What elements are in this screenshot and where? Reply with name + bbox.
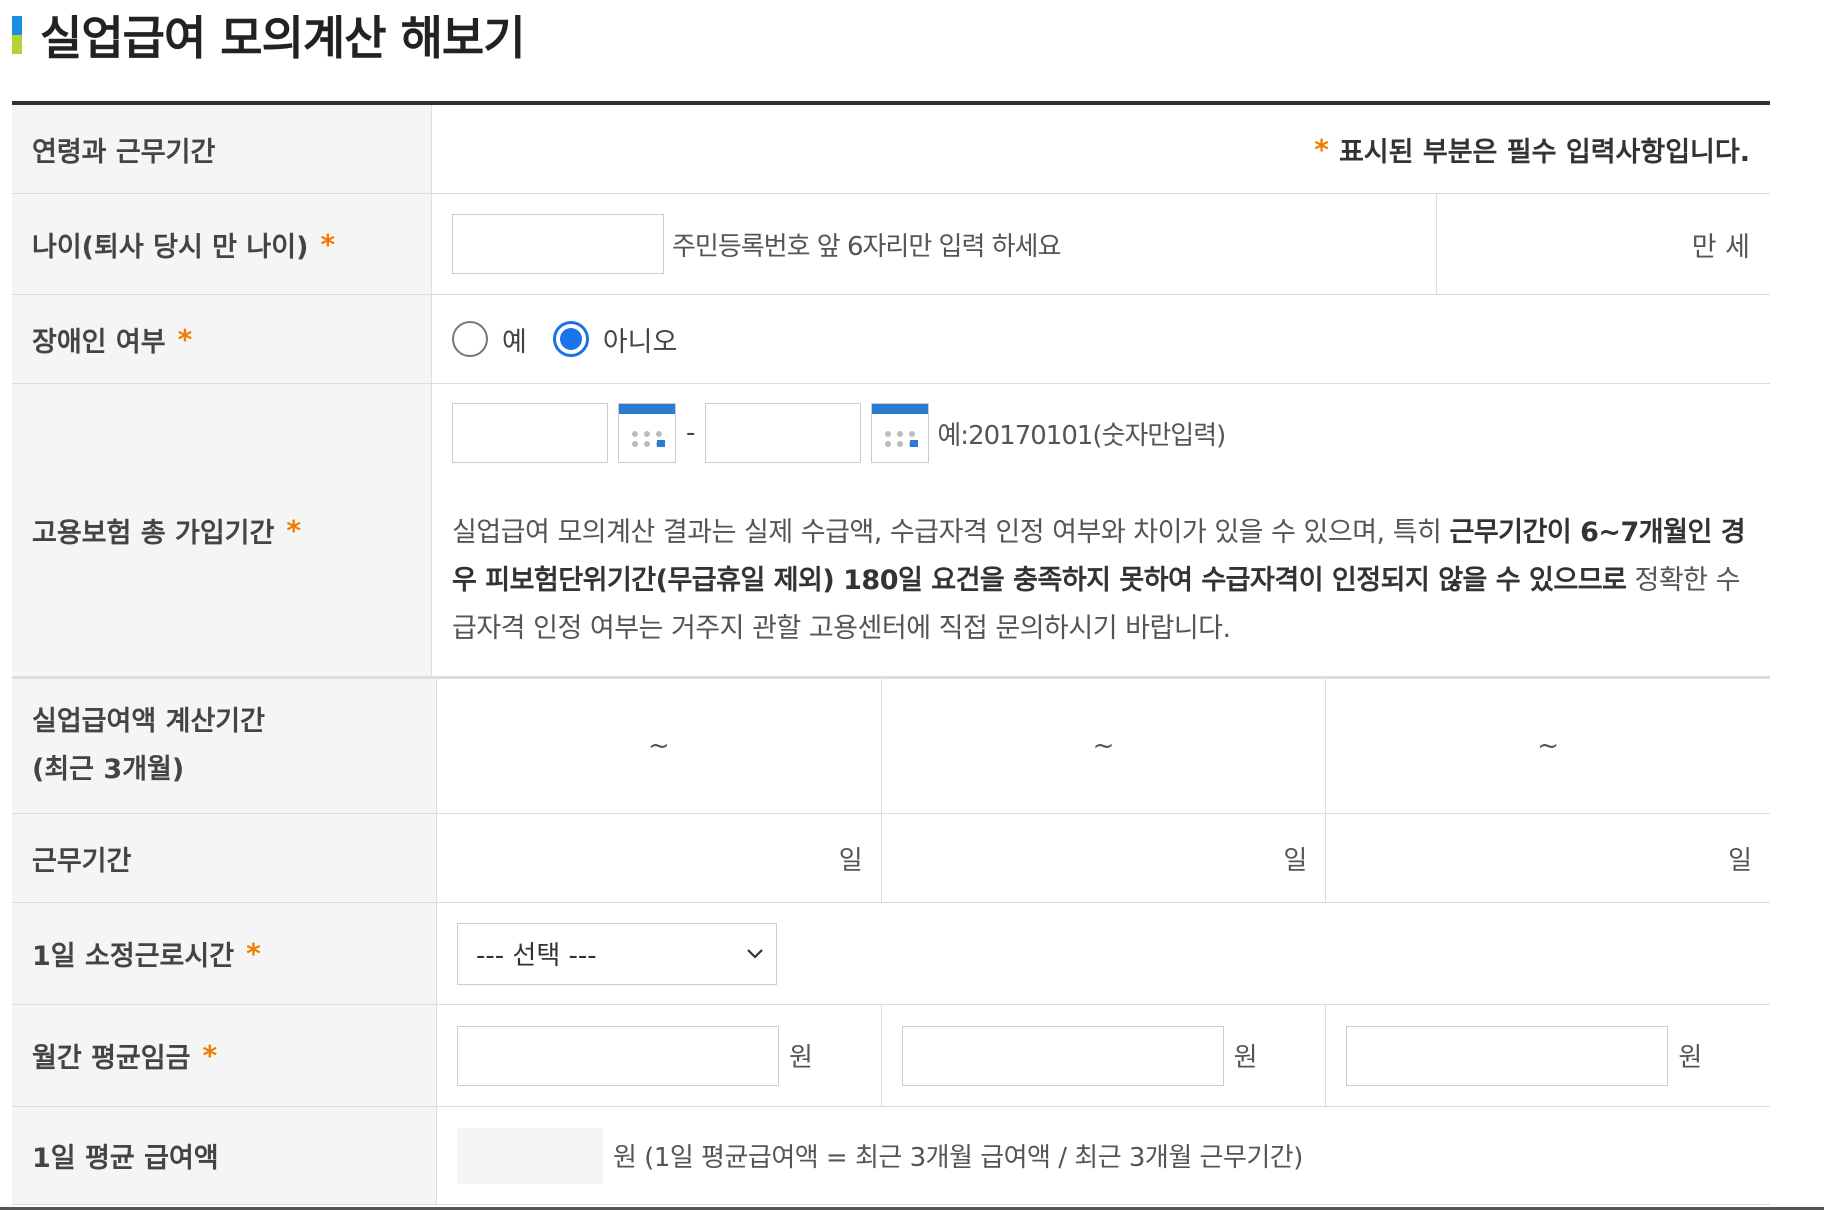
age-row: 나이(퇴사 당시 만 나이) * 주민등록번호 앞 6자리만 입력 하세요 만 … xyxy=(12,194,1770,295)
form-header-row: 연령과 근무기간 * 표시된 부분은 필수 입력사항입니다. xyxy=(12,105,1770,194)
work-period-row: 근무기간 일 일 일 xyxy=(12,814,1770,903)
calc-period-label: 실업급여액 계산기간 (최근 3개월) xyxy=(12,679,437,813)
disability-row: 장애인 여부 * 예 아니오 xyxy=(12,295,1770,384)
wage-cell: 원 xyxy=(1326,1005,1770,1106)
wage-cell: 원 xyxy=(882,1005,1327,1106)
required-star-icon: * xyxy=(1314,132,1329,166)
age-value-cell: 주민등록번호 앞 6자리만 입력 하세요 만 세 xyxy=(432,194,1770,294)
avg-pay-row: 1일 평균 급여액 원 (1일 평균급여액 = 최근 3개월 급여액 / 최근 … xyxy=(12,1107,1770,1205)
insurance-period-label: 고용보험 총 가입기간 * xyxy=(12,384,432,676)
monthly-wage-row: 월간 평균임금 * 원 원 원 xyxy=(12,1005,1770,1107)
wage-input-1[interactable] xyxy=(457,1025,779,1086)
start-date-input[interactable] xyxy=(452,403,608,463)
calculator-form: 연령과 근무기간 * 표시된 부분은 필수 입력사항입니다. 나이(퇴사 당시 … xyxy=(12,101,1770,1205)
required-star-icon: * xyxy=(202,1039,218,1072)
section-label: 연령과 근무기간 xyxy=(12,105,432,193)
date-separator: - xyxy=(686,418,696,448)
work-days-cell: 일 xyxy=(1728,845,1753,876)
date-hint: 예:20170101(숫자만입력) xyxy=(937,420,1226,451)
work-days-cell: 일 xyxy=(437,814,882,902)
work-days-cell: 일 xyxy=(882,814,1327,902)
title-mark-icon xyxy=(12,16,22,54)
calc-period-cells: ~ ~ ~ xyxy=(437,679,1770,813)
avg-pay-value xyxy=(457,1127,603,1184)
work-period-cells: 일 일 일 xyxy=(437,814,1770,902)
disability-no-radio[interactable]: 아니오 xyxy=(552,320,678,359)
required-star-icon: * xyxy=(177,322,193,356)
insurance-period-row: 고용보험 총 가입기간 * - 예:20170101(숫자만입력) 실업급여 모… xyxy=(12,384,1770,679)
disability-yes-radio[interactable]: 예 xyxy=(452,320,527,359)
work-hours-label-text: 1일 소정근로시간 xyxy=(32,941,235,972)
radio-label: 아니오 xyxy=(602,326,678,358)
date-range: - 예:20170101(숫자만입력) xyxy=(452,402,1226,464)
avg-pay-cell: 원 (1일 평균급여액 = 최근 3개월 급여액 / 최근 3개월 근무기간) xyxy=(437,1107,1770,1204)
notice-text: 실업급여 모의계산 결과는 실제 수급액, 수급자격 인정 여부와 차이가 있을… xyxy=(452,509,1752,653)
radio-label: 예 xyxy=(502,326,527,358)
calc-period-label-line: (최근 3개월) xyxy=(32,754,185,785)
won-unit: 원 xyxy=(1233,1043,1258,1073)
monthly-wage-label: 월간 평균임금 * xyxy=(12,1005,437,1106)
required-star-icon: * xyxy=(320,227,336,261)
page-title-text: 실업급여 모의계산 해보기 xyxy=(40,11,526,65)
calendar-icon[interactable] xyxy=(871,403,930,463)
select-value: --- 선택 --- xyxy=(476,941,597,971)
calc-period-row: 실업급여액 계산기간 (최근 3개월) ~ ~ ~ xyxy=(12,679,1770,814)
avg-pay-label: 1일 평균 급여액 xyxy=(12,1107,437,1204)
monthly-wage-label-text: 월간 평균임금 xyxy=(32,1043,191,1074)
age-hint: 주민등록번호 앞 6자리만 입력 하세요 xyxy=(672,231,1061,262)
disability-label-text: 장애인 여부 xyxy=(32,326,166,358)
calendar-icon[interactable] xyxy=(618,403,676,463)
work-period-label: 근무기간 xyxy=(12,814,437,902)
wage-input-3[interactable] xyxy=(1346,1025,1669,1086)
age-label: 나이(퇴사 당시 만 나이) * xyxy=(12,194,432,294)
monthly-wage-cells: 원 원 원 xyxy=(437,1005,1770,1106)
page-title: 실업급여 모의계산 해보기 xyxy=(12,0,526,70)
notice-part: 실업급여 모의계산 결과는 실제 수급액, 수급자격 인정 여부와 차이가 있을… xyxy=(452,517,1450,548)
avg-pay-formula: 원 (1일 평균급여액 = 최근 3개월 급여액 / 최근 3개월 근무기간) xyxy=(613,1143,1303,1173)
required-star-icon: * xyxy=(286,513,302,547)
calc-period-cell: ~ xyxy=(882,679,1327,813)
wage-cell: 원 xyxy=(437,1005,882,1106)
chevron-down-icon xyxy=(747,948,763,959)
calc-period-label-line: 실업급여액 계산기간 xyxy=(32,706,265,737)
work-hours-row: 1일 소정근로시간 * --- 선택 --- xyxy=(12,903,1770,1005)
end-date-input[interactable] xyxy=(705,403,862,463)
disability-label: 장애인 여부 * xyxy=(12,295,432,383)
radio-unchecked-icon[interactable] xyxy=(452,321,488,357)
work-hours-select[interactable]: --- 선택 --- xyxy=(457,922,777,985)
required-notice-text: 표시된 부분은 필수 입력사항입니다. xyxy=(1338,136,1750,168)
insurance-label-text: 고용보험 총 가입기간 xyxy=(32,517,275,549)
age-input[interactable] xyxy=(452,214,664,274)
disability-options: 예 아니오 xyxy=(432,295,1770,383)
radio-checked-icon[interactable] xyxy=(552,321,589,357)
age-label-text: 나이(퇴사 당시 만 나이) xyxy=(32,231,309,263)
calc-period-cell: ~ xyxy=(437,679,882,813)
wage-input-2[interactable] xyxy=(901,1025,1224,1086)
insurance-period-cell: - 예:20170101(숫자만입력) 실업급여 모의계산 결과는 실제 수급액… xyxy=(432,384,1770,676)
calc-period-cell: ~ xyxy=(1537,731,1560,761)
work-hours-label: 1일 소정근로시간 * xyxy=(12,903,437,1004)
required-notice: * 표시된 부분은 필수 입력사항입니다. xyxy=(432,105,1770,193)
required-star-icon: * xyxy=(246,937,261,970)
age-unit: 만 세 xyxy=(1436,194,1770,294)
won-unit: 원 xyxy=(1678,1043,1703,1073)
won-unit: 원 xyxy=(789,1043,813,1073)
work-hours-cell: --- 선택 --- xyxy=(437,903,1770,1004)
